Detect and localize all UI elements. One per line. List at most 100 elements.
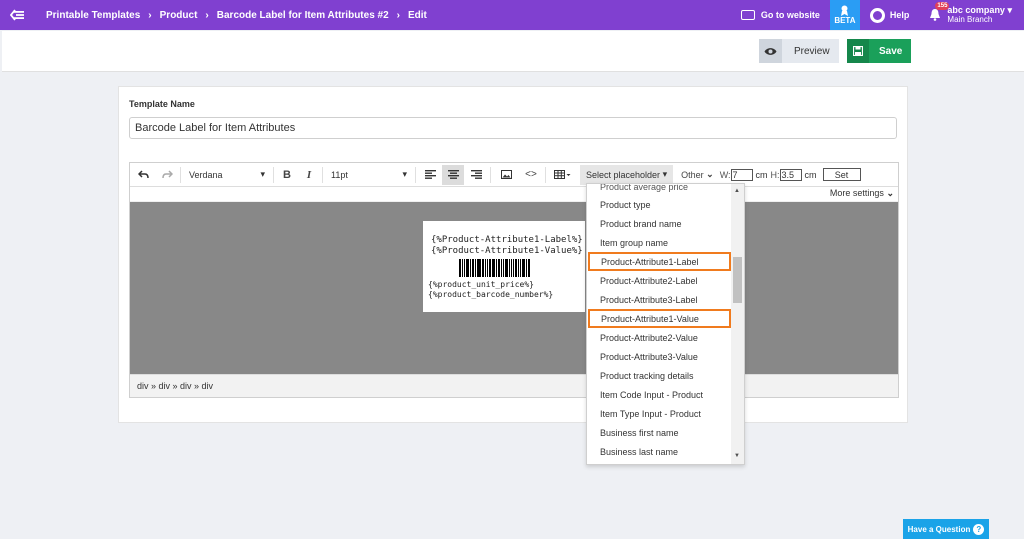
go-to-website-link[interactable]: Go to website — [731, 0, 830, 30]
placeholder-option[interactable]: Product type — [587, 195, 732, 214]
placeholder-option[interactable]: Business first name — [587, 423, 732, 442]
beta-button[interactable]: BETA — [829, 0, 860, 30]
placeholder-dropdown-list: Product average price Product type Produ… — [586, 183, 745, 465]
breadcrumb-separator: › — [205, 9, 209, 21]
breadcrumb: Printable Templates › Product › Barcode … — [46, 10, 427, 21]
more-settings-button[interactable]: More settings ⌄ — [830, 188, 894, 199]
toolbar-divider — [415, 166, 416, 183]
placeholder-option[interactable]: Item group name — [587, 233, 732, 252]
chevron-down-icon: ▾ — [1007, 4, 1012, 15]
select-placeholder-dropdown[interactable]: Select placeholder ▾ — [580, 164, 674, 185]
toolbar-divider — [545, 166, 546, 183]
scroll-up-icon[interactable]: ▲ — [734, 188, 740, 194]
website-icon — [740, 10, 755, 20]
question-icon: ? — [973, 523, 985, 535]
barcode-image — [459, 259, 531, 277]
breadcrumb-edit: Edit — [408, 9, 427, 21]
table-icon[interactable] — [548, 163, 576, 187]
editor-subbar: More settings ⌄ — [130, 187, 898, 201]
editor-toolbar: Verdana ▾ B I 11pt ▾ <> Select placehold… — [130, 163, 898, 187]
template-name-label: Template Name — [129, 99, 195, 109]
placeholder-option-highlighted[interactable]: Product-Attribute1-Label — [588, 252, 731, 271]
scroll-down-icon[interactable]: ▼ — [734, 453, 740, 459]
save-icon — [847, 39, 869, 63]
placeholder-option[interactable]: Product-Attribute3-Value — [587, 347, 732, 366]
company-name: abc company — [947, 4, 1005, 15]
placeholder-option[interactable]: Business last name — [587, 442, 732, 461]
notification-badge: 155 — [935, 1, 950, 10]
select-placeholder-label: Select placeholder — [586, 169, 661, 180]
dropdown-scrollbar[interactable]: ▲ ▼ — [731, 184, 744, 464]
save-button[interactable]: Save — [847, 39, 911, 63]
width-unit: cm — [755, 169, 768, 180]
scrollbar-thumb[interactable] — [733, 257, 742, 303]
height-input[interactable]: 3.5 — [779, 168, 802, 181]
width-input[interactable]: 7 — [730, 168, 753, 181]
align-left-icon[interactable] — [418, 163, 442, 187]
align-center-icon[interactable] — [442, 164, 464, 185]
height-unit: cm — [804, 169, 817, 180]
beta-label: BETA — [834, 16, 856, 25]
font-size-value: 11pt — [331, 169, 348, 180]
save-label: Save — [879, 45, 903, 57]
account-menu[interactable]: 155 abc company ▾ Main Branch — [919, 0, 1024, 30]
top-navbar: Printable Templates › Product › Barcode … — [0, 0, 1024, 30]
menu-icon[interactable] — [0, 0, 34, 30]
placeholder-option-highlighted[interactable]: Product-Attribute1-Value — [588, 309, 731, 328]
toolbar-divider — [322, 166, 323, 183]
beta-icon — [841, 5, 849, 16]
font-family-value: Verdana — [189, 169, 223, 180]
breadcrumb-printable-templates[interactable]: Printable Templates — [46, 10, 140, 21]
go-to-website-label: Go to website — [760, 10, 820, 20]
height-label: H: — [770, 169, 780, 180]
have-a-question-button[interactable]: Have a Question ? — [903, 519, 989, 539]
action-bar: Preview Save — [2, 31, 1024, 72]
placeholder-option[interactable]: Product-Attribute2-Value — [587, 328, 732, 347]
other-label: Other — [681, 169, 704, 180]
placeholder-option[interactable]: Product-Attribute2-Label — [587, 271, 732, 290]
have-a-question-label: Have a Question — [907, 524, 971, 534]
placeholder-option[interactable]: Product brand name — [587, 214, 732, 233]
rich-text-editor: Verdana ▾ B I 11pt ▾ <> Select placehold… — [129, 162, 899, 398]
width-label: W: — [719, 169, 731, 180]
font-size-select[interactable]: 11pt ▾ — [325, 163, 413, 187]
template-name-input[interactable]: Barcode Label for Item Attributes — [129, 117, 897, 139]
preview-button[interactable]: Preview — [759, 39, 839, 63]
breadcrumb-product[interactable]: Product — [160, 10, 198, 21]
redo-icon[interactable] — [156, 163, 178, 187]
more-settings-label: More settings — [829, 188, 884, 198]
bell-icon[interactable]: 155 — [929, 1, 950, 23]
undo-icon[interactable] — [130, 163, 156, 187]
toolbar-divider — [273, 166, 274, 183]
chevron-down-icon: ⌄ — [706, 169, 714, 179]
placeholder-option[interactable]: Product-Attribute3-Label — [587, 290, 732, 309]
breadcrumb-separator: › — [396, 9, 400, 21]
editor-canvas[interactable]: {%Product-Attribute1-Label%} {%Product-A… — [130, 202, 898, 374]
toolbar-divider — [180, 166, 181, 183]
image-icon[interactable] — [493, 163, 519, 187]
align-right-icon[interactable] — [464, 163, 488, 187]
attribute-value-placeholder: {%Product-Attribute1-Value%} — [431, 246, 583, 256]
label-preview[interactable]: {%Product-Attribute1-Label%} {%Product-A… — [423, 221, 585, 312]
breadcrumb-template[interactable]: Barcode Label for Item Attributes #2 — [217, 10, 389, 21]
chevron-down-icon: ⌄ — [886, 188, 894, 198]
bold-button[interactable]: B — [276, 163, 298, 187]
branch-name: Main Branch — [947, 14, 993, 24]
caret-down-icon: ▾ — [662, 169, 668, 179]
italic-button[interactable]: I — [298, 163, 320, 187]
placeholder-option[interactable]: Item Code Input - Product — [587, 385, 732, 404]
placeholder-option[interactable]: Item Type Input - Product — [587, 404, 732, 423]
breadcrumb-separator: › — [148, 9, 152, 21]
help-link[interactable]: Help — [860, 0, 920, 30]
font-family-select[interactable]: Verdana ▾ — [183, 163, 271, 187]
placeholder-option[interactable]: Product tracking details — [587, 366, 732, 385]
code-icon[interactable]: <> — [519, 163, 543, 187]
barcode-number-placeholder: {%product_barcode_number%} — [428, 290, 554, 299]
attribute-label-placeholder: {%Product-Attribute1-Label%} — [431, 235, 583, 245]
caret-down-icon: ▾ — [260, 169, 265, 179]
set-button[interactable]: Set — [822, 168, 861, 181]
caret-down-icon: ▾ — [402, 169, 407, 179]
element-path: div » div » div » div — [130, 374, 898, 397]
toolbar-divider — [490, 166, 491, 183]
template-panel: Template Name Barcode Label for Item Att… — [118, 86, 908, 423]
